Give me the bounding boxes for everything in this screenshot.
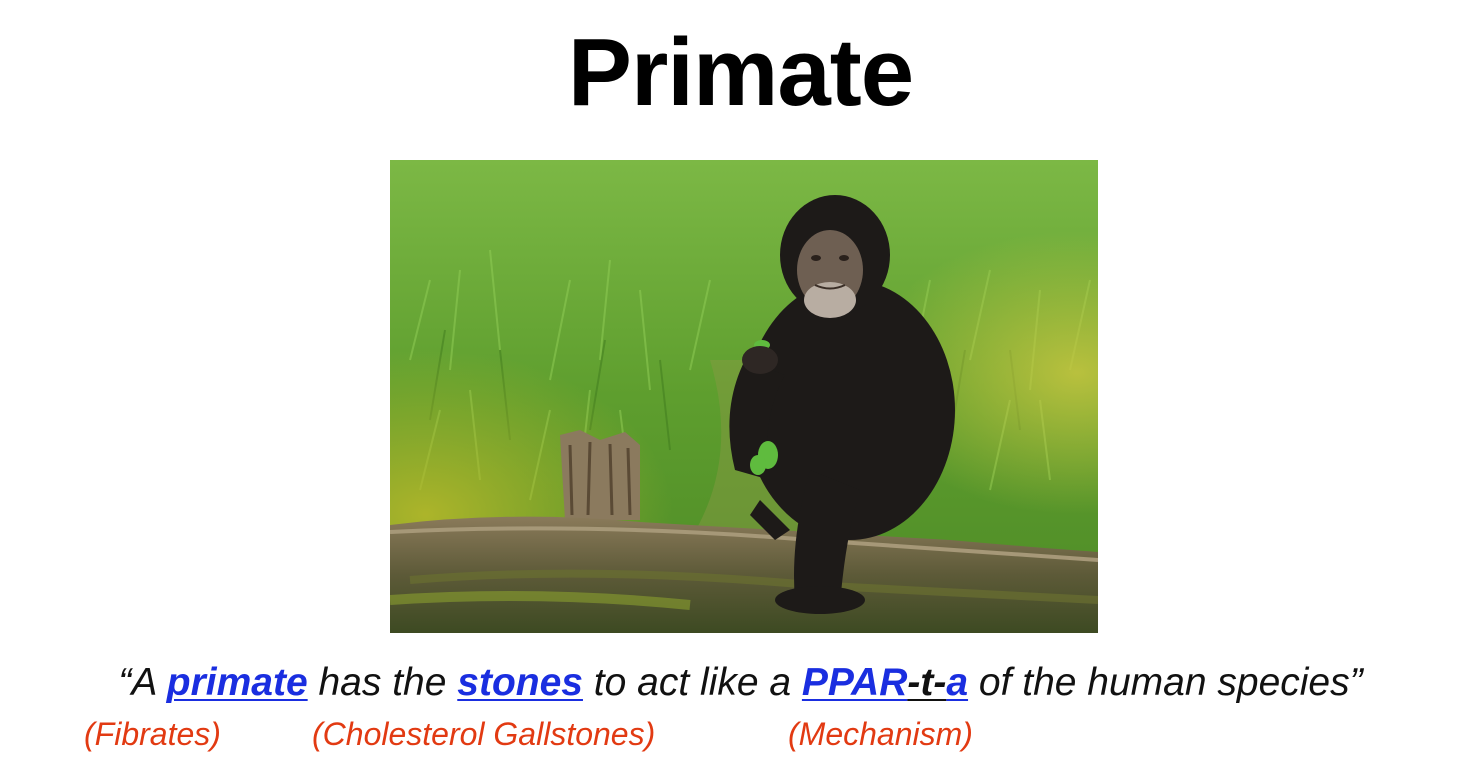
keyword-stones: stones: [457, 661, 583, 704]
note-gallstones: (Cholesterol Gallstones): [312, 716, 656, 752]
quote-end: of the human species”: [968, 661, 1363, 704]
note-fibrates: (Fibrates): [84, 716, 221, 752]
keyword-primate: primate: [166, 661, 308, 704]
slide-title: Primate: [567, 19, 914, 126]
keyword-ppar: PPAR: [801, 661, 908, 704]
quote-middle-1: has the: [307, 661, 458, 704]
quote: “A primate has the stones to act like a …: [0, 656, 1481, 710]
keyword-t: -t-: [907, 661, 947, 704]
quote-middle-2: to act like a: [582, 661, 802, 704]
note-mechanism: (Mechanism): [788, 716, 973, 752]
quote-open: “A: [118, 661, 167, 704]
chimpanzee-photo: [390, 160, 1098, 633]
keyword-a: a: [946, 661, 969, 704]
